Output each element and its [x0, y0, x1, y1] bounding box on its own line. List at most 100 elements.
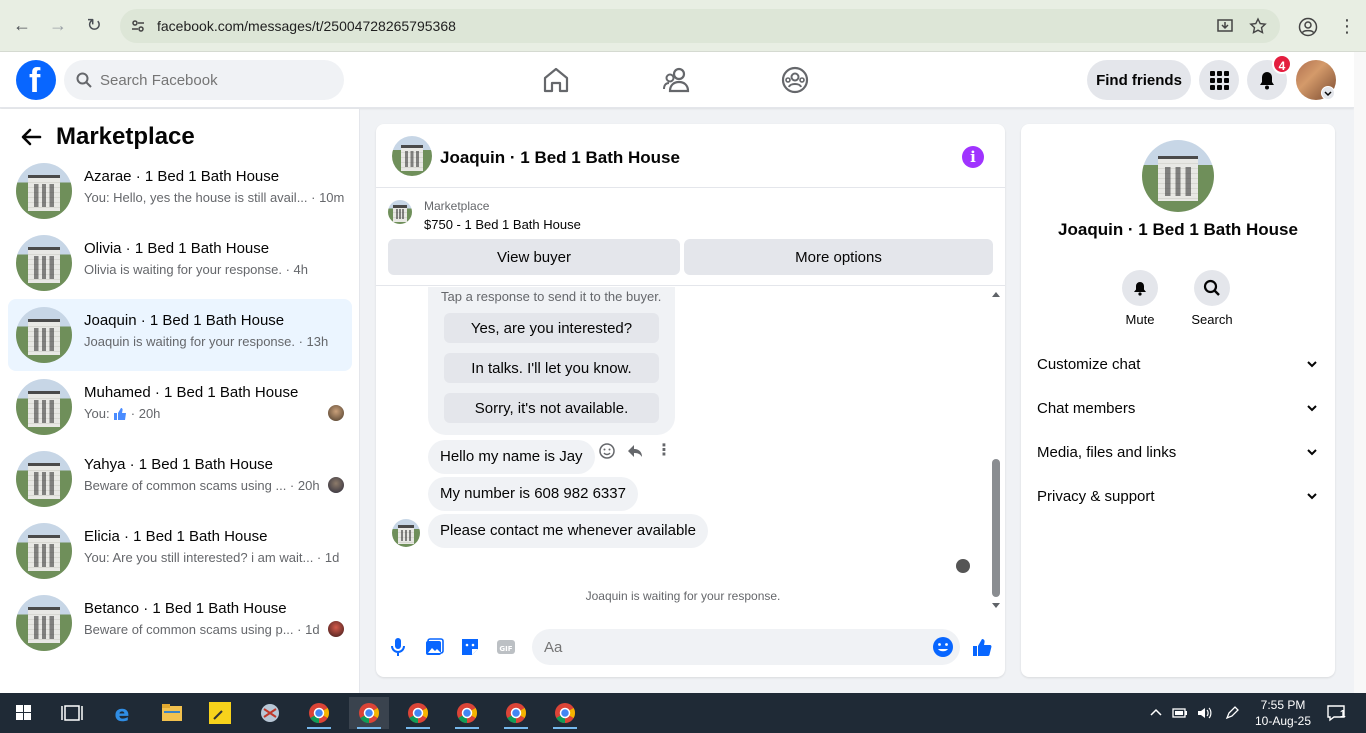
media-files-links-row[interactable]: Media, files and links: [1029, 431, 1327, 475]
mute-button[interactable]: [1122, 270, 1158, 306]
chrome-icon: [408, 703, 429, 724]
chrome-taskbar-item-active[interactable]: [349, 697, 389, 729]
facebook-logo-icon[interactable]: f: [16, 60, 56, 100]
message-bubble[interactable]: Please contact me whenever available: [428, 514, 708, 548]
back-icon[interactable]: ←: [12, 15, 32, 35]
snipping-tool-icon[interactable]: [250, 697, 290, 729]
info-icon[interactable]: i: [962, 146, 984, 168]
scroll-up-icon[interactable]: [991, 290, 1001, 298]
battery-icon[interactable]: [1172, 705, 1188, 721]
row-label: Privacy & support: [1037, 488, 1155, 505]
chat-title[interactable]: Joaquin · 1 Bed 1 Bath House: [440, 148, 680, 168]
quick-reply-button[interactable]: Yes, are you interested?: [444, 313, 659, 343]
view-buyer-button[interactable]: View buyer: [388, 239, 680, 275]
pen-icon[interactable]: [1224, 705, 1240, 721]
show-hidden-icons-chevron-icon[interactable]: [1148, 705, 1164, 721]
quick-reply-card: Tap a response to send it to the buyer. …: [428, 287, 675, 435]
emoji-icon[interactable]: [932, 636, 954, 658]
seen-avatar: [328, 621, 344, 637]
sticky-notes-icon[interactable]: [200, 697, 240, 729]
chat-avatar[interactable]: [392, 136, 432, 176]
forward-icon[interactable]: →: [48, 15, 68, 35]
site-info-icon[interactable]: [130, 18, 146, 34]
quick-reply-button[interactable]: Sorry, it's not available.: [444, 393, 659, 423]
edge-browser-icon[interactable]: e: [102, 697, 142, 729]
scrollbar-thumb[interactable]: [992, 459, 1000, 597]
browser-menu-icon[interactable]: ⋮: [1338, 16, 1356, 37]
conversation-item[interactable]: Betanco · 1 Bed 1 Bath House Beware of c…: [8, 587, 352, 659]
chrome-taskbar-item[interactable]: [447, 697, 487, 729]
find-friends-button[interactable]: Find friends: [1087, 60, 1191, 100]
browser-toolbar: ← → ↻ facebook.com/messages/t/2500472826…: [0, 0, 1366, 52]
listing-avatar-large[interactable]: [1142, 140, 1214, 212]
read-receipt-avatar: [956, 559, 970, 573]
conversation-item[interactable]: Azarae · 1 Bed 1 Bath House You: Hello, …: [8, 155, 352, 227]
conversation-item[interactable]: Olivia · 1 Bed 1 Bath House Olivia is wa…: [8, 227, 352, 299]
home-icon[interactable]: [540, 64, 572, 96]
scroll-down-icon[interactable]: [991, 602, 1001, 610]
seen-avatar: [328, 405, 344, 421]
search-action[interactable]: Search: [1182, 270, 1242, 327]
privacy-support-row[interactable]: Privacy & support: [1029, 475, 1327, 519]
friends-icon[interactable]: [660, 64, 692, 96]
mute-label: Mute: [1125, 312, 1155, 327]
conversation-item[interactable]: Yahya · 1 Bed 1 Bath House Beware of com…: [8, 443, 352, 515]
back-arrow-icon[interactable]: [20, 126, 42, 148]
sticker-icon[interactable]: [459, 636, 481, 658]
react-emoji-icon[interactable]: [598, 442, 616, 460]
install-app-icon[interactable]: [1216, 17, 1234, 35]
message-list: Tap a response to send it to the buyer. …: [376, 287, 1005, 607]
bookmark-star-icon[interactable]: [1249, 17, 1267, 35]
search-icon: [1203, 279, 1220, 296]
message-composer: GIF: [376, 624, 1005, 672]
chrome-icon: [309, 703, 330, 724]
conversation-item[interactable]: Muhamed · 1 Bed 1 Bath House You: · 20h: [8, 371, 352, 443]
microphone-icon[interactable]: [387, 636, 409, 658]
chrome-taskbar-item[interactable]: [398, 697, 438, 729]
conversation-item[interactable]: Elicia · 1 Bed 1 Bath House You: Are you…: [8, 515, 352, 587]
conversation-name: Elicia · 1 Bed 1 Bath House: [84, 528, 268, 545]
message-input[interactable]: [532, 629, 960, 665]
menu-button[interactable]: [1199, 60, 1239, 100]
message-bubble[interactable]: My number is 608 982 6337: [428, 477, 638, 511]
reply-icon[interactable]: [626, 442, 644, 460]
chrome-taskbar-item[interactable]: [545, 697, 585, 729]
search-label: Search: [1191, 312, 1233, 327]
url-text[interactable]: facebook.com/messages/t/2500472826579536…: [157, 18, 456, 34]
groups-icon[interactable]: [779, 64, 811, 96]
volume-icon[interactable]: [1196, 705, 1212, 721]
message-bubble[interactable]: Hello my name is Jay: [428, 440, 595, 474]
search-button[interactable]: [1194, 270, 1230, 306]
chat-scrollbar[interactable]: [990, 287, 1002, 613]
search-input[interactable]: [100, 60, 330, 100]
page-scrollbar[interactable]: [1354, 52, 1366, 693]
chat-members-row[interactable]: Chat members: [1029, 387, 1327, 431]
photo-icon[interactable]: [423, 636, 445, 658]
task-view-icon[interactable]: [52, 697, 92, 729]
more-actions-icon[interactable]: ⋮: [656, 440, 672, 460]
like-button-icon[interactable]: [971, 636, 993, 658]
clock[interactable]: 7:55 PM 10-Aug-25: [1248, 697, 1318, 729]
file-explorer-icon[interactable]: [152, 697, 192, 729]
customize-chat-row[interactable]: Customize chat: [1029, 343, 1327, 387]
clock-date: 10-Aug-25: [1254, 714, 1312, 728]
conversation-name: Azarae · 1 Bed 1 Bath House: [84, 168, 280, 185]
search-box[interactable]: [64, 60, 344, 100]
more-options-button[interactable]: More options: [684, 239, 993, 275]
reload-icon[interactable]: ↻: [84, 15, 104, 35]
conversation-name: Olivia · 1 Bed 1 Bath House: [84, 240, 270, 257]
chrome-taskbar-item[interactable]: [496, 697, 536, 729]
account-chevron-icon[interactable]: [1321, 86, 1335, 100]
address-bar[interactable]: facebook.com/messages/t/2500472826579536…: [120, 9, 1280, 43]
mute-action[interactable]: Mute: [1110, 270, 1170, 327]
windows-start-icon[interactable]: [4, 697, 44, 729]
gif-icon[interactable]: GIF: [495, 636, 517, 658]
conversation-item-active[interactable]: Joaquin · 1 Bed 1 Bath House Joaquin is …: [8, 299, 352, 371]
bell-icon: [1134, 282, 1146, 296]
listing-thumbnail: [16, 163, 72, 219]
conversation-sidebar: Marketplace Azarae · 1 Bed 1 Bath House …: [0, 109, 360, 693]
chrome-taskbar-item[interactable]: [299, 697, 339, 729]
profile-icon[interactable]: [1298, 17, 1318, 37]
listing-title[interactable]: $750 - 1 Bed 1 Bath House: [424, 217, 581, 232]
quick-reply-button[interactable]: In talks. I'll let you know.: [444, 353, 659, 383]
